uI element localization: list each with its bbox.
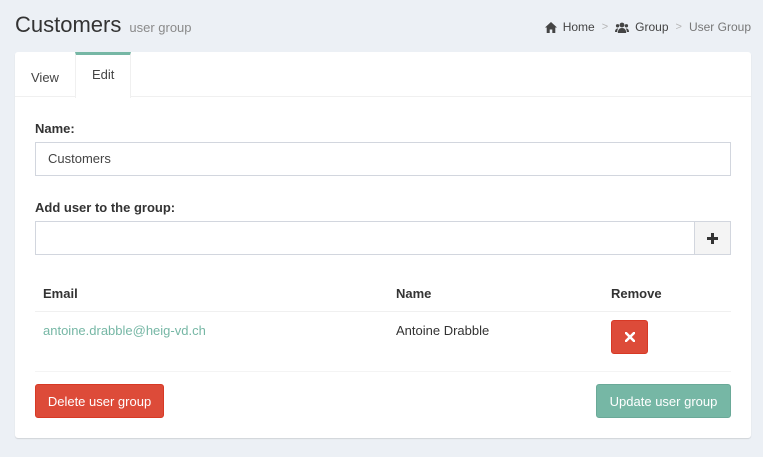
breadcrumb-current: User Group bbox=[688, 20, 751, 34]
plus-icon bbox=[707, 232, 718, 244]
add-user-input-group bbox=[35, 221, 731, 255]
column-header-name: Name bbox=[396, 286, 432, 301]
page-header: Customers user group bbox=[15, 12, 192, 42]
delete-group-button[interactable]: Delete user group bbox=[35, 384, 164, 418]
table-row: antoine.drabble@heig-vd.ch Antoine Drabb… bbox=[35, 312, 731, 372]
times-icon bbox=[624, 332, 635, 342]
members-table: Email Name Remove antoine.drabble@heig-v… bbox=[35, 276, 731, 372]
breadcrumb-separator: > bbox=[675, 21, 682, 33]
home-icon bbox=[544, 21, 557, 33]
users-icon bbox=[615, 22, 630, 33]
edit-group-panel: View Edit Name: Customers Add user to th… bbox=[15, 52, 751, 438]
add-user-label: Add user to the group: bbox=[35, 200, 176, 215]
table-header: Email Name Remove bbox=[35, 276, 731, 312]
tab-view[interactable]: View bbox=[15, 52, 75, 97]
breadcrumb-home-label: Home bbox=[562, 20, 595, 34]
breadcrumb-home[interactable]: Home bbox=[544, 20, 595, 34]
add-user-button[interactable] bbox=[695, 221, 731, 255]
breadcrumb-group-label: Group bbox=[635, 20, 669, 34]
name-input[interactable]: Customers bbox=[35, 142, 731, 176]
tab-edit[interactable]: Edit bbox=[74, 52, 132, 98]
member-name: Antoine Drabble bbox=[396, 323, 490, 338]
name-label: Name: bbox=[35, 121, 75, 136]
page-subtitle: user group bbox=[129, 20, 192, 35]
column-header-remove: Remove bbox=[611, 286, 662, 301]
add-user-input[interactable] bbox=[35, 221, 695, 255]
remove-member-button[interactable] bbox=[611, 320, 648, 354]
tab-bar: View Edit bbox=[15, 52, 751, 98]
update-group-button[interactable]: Update user group bbox=[596, 384, 731, 418]
breadcrumb-group[interactable]: Group bbox=[615, 20, 669, 34]
breadcrumb-separator: > bbox=[601, 21, 609, 33]
remove-cell bbox=[603, 312, 648, 354]
member-email-link[interactable]: antoine.drabble@heig-vd.ch bbox=[43, 323, 206, 338]
email-cell: antoine.drabble@heig-vd.ch bbox=[35, 312, 388, 338]
breadcrumb: Home > Group > User Group bbox=[544, 20, 751, 34]
column-header-email: Email bbox=[43, 286, 78, 301]
page-title: Customers bbox=[15, 12, 122, 37]
